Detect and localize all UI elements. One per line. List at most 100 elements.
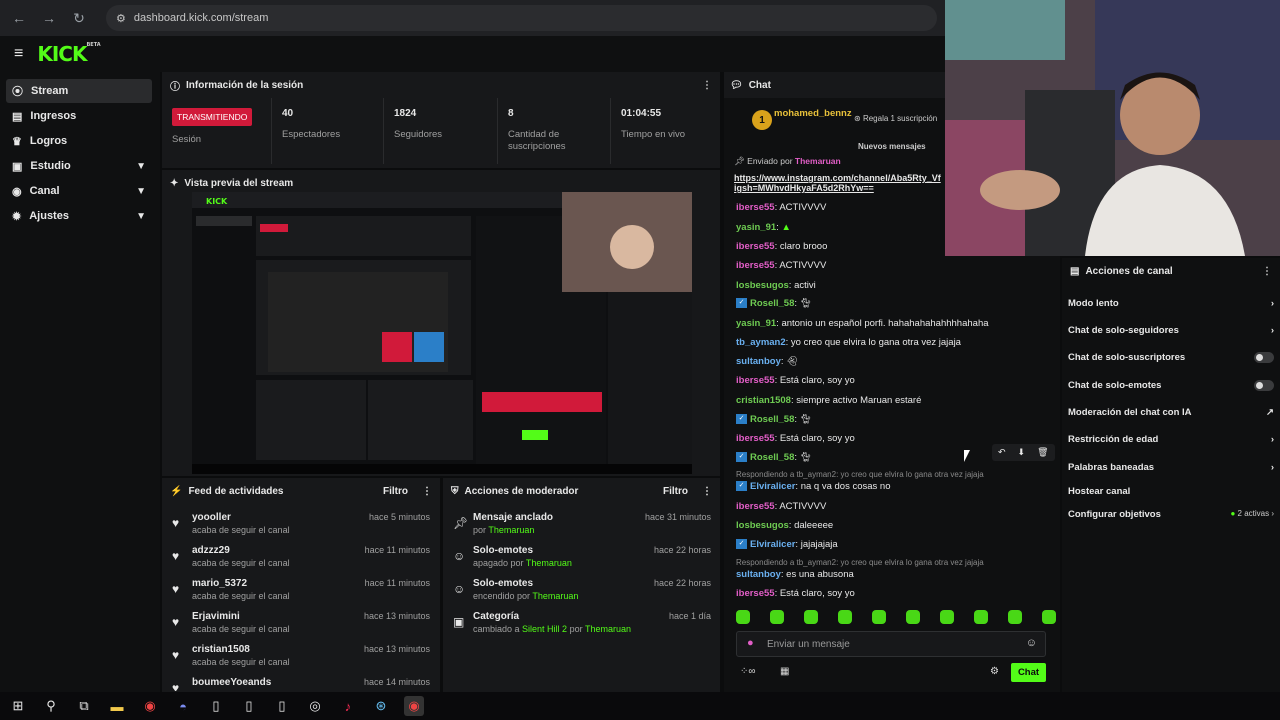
more-icon[interactable]: ⋮ [702,80,712,91]
forward-icon[interactable]: → [40,10,58,26]
delete-icon[interactable]: 🗑︎ [1037,447,1048,458]
action-age-restriction[interactable]: Restricción de edad › [1068,434,1274,448]
chat-message: iberse55: claro brooo [736,241,828,252]
gear-icon: ✹ [12,210,22,223]
channel-actions-header: ▤ Acciones de canal ⋮ [1062,258,1280,284]
file-icon[interactable]: ▯ [272,696,292,716]
chevron-right-icon: › [1270,325,1274,336]
emote-icon[interactable] [974,610,988,624]
emote-icon[interactable] [906,610,920,624]
pin-icon[interactable]: ⬇ [1018,447,1026,458]
activity-item: ♥ yoooller acaba de seguir el canal hace 5… [172,512,430,535]
emote-icon[interactable] [804,610,818,624]
emote-icon: 👻︎ [786,356,799,367]
windows-start-icon[interactable]: ⊞ [8,696,28,716]
mod-item: ▣ Categoría cambiado a Silent Hill 2 por… [453,611,711,634]
chat-message: ✓ Elviralicer: jajajajaja [736,539,838,550]
taskbar: ⊞ ⚲ ⧉ ▬ ◉ ◓ ▯ ▯ ▯ ◎ ♪ ⊛ ◉ [0,692,1280,720]
emote-icon[interactable] [872,610,886,624]
action-subs-only[interactable]: Chat de solo-suscriptores [1068,352,1274,366]
reply-icon[interactable]: ↶ [998,447,1006,458]
filter-button[interactable]: Filtro [383,486,408,497]
new-messages-indicator[interactable]: Nuevos mensajes [858,142,926,151]
browser-toolbar: ← → ↻ ⚙ dashboard.kick.com/stream [0,0,945,36]
preview-title: Vista previa del stream [184,177,294,189]
emote-icon[interactable] [736,610,750,624]
emote-icon[interactable] [1008,610,1022,624]
stat-live-time: 01:04:55 Tiempo en vivo [621,108,686,140]
more-icon[interactable]: ⋮ [422,486,432,497]
heart-icon: ♥ [172,582,180,596]
discord-icon[interactable]: ◓ [173,696,193,716]
points-icon[interactable]: ⁘∞ [740,666,756,677]
sidebar-item-estudio[interactable]: ▣ Estudio ▼ [6,154,152,178]
site-info-icon[interactable]: ⚙ [116,12,126,25]
tiktok-icon[interactable]: ♪ [338,696,358,716]
action-banned-words[interactable]: Palabras baneadas › [1068,462,1274,476]
sidebar-item-stream[interactable]: ⦿ Stream [6,79,152,103]
chevron-right-icon: › [1270,462,1274,473]
more-icon[interactable]: ⋮ [1262,266,1272,277]
store-icon[interactable]: ▦ [780,666,789,677]
emote-icon[interactable] [838,610,852,624]
webcam-feed [945,0,1280,256]
action-slow-mode[interactable]: Modo lento › [1068,298,1274,312]
sidebar-item-canal[interactable]: ◉ Canal ▼ [6,179,152,203]
top-gifter-name[interactable]: mohamed_bennz [774,108,852,119]
file-icon[interactable]: ▯ [206,696,226,716]
user-badge-icon: ● [747,637,754,649]
svg-text:KICK: KICK [206,197,228,206]
mod-title: Acciones de moderador [464,485,579,497]
chrome-icon[interactable]: ◉ [404,696,424,716]
task-view-icon[interactable]: ⧉ [74,696,94,716]
stat-followers: 1824 Seguidores [384,98,498,164]
pinned-link[interactable]: https://www.instagram.com/channel/Aba5Rt… [734,173,946,183]
emote-icon[interactable] [1042,610,1056,624]
action-followers-only[interactable]: Chat de solo-seguidores › [1068,325,1274,339]
chat-message: tb_ayman2: yo creo que elvira lo gana ot… [736,337,961,348]
emoji-icon[interactable]: ☺ [1026,637,1037,649]
back-icon[interactable]: ← [10,10,28,26]
filter-button[interactable]: Filtro [663,486,688,497]
file-icon[interactable]: ▯ [239,696,259,716]
kick-logo[interactable]: KICKBETA [37,42,100,66]
money-icon: ▤ [12,110,23,123]
address-bar[interactable]: ⚙ dashboard.kick.com/stream [106,5,937,31]
action-goals[interactable]: Configurar objetivos ● 2 activas › [1068,509,1274,523]
toggle-switch[interactable] [1254,352,1274,363]
obs-icon[interactable]: ◎ [305,696,325,716]
search-icon[interactable]: ⚲ [41,696,61,716]
steam-icon[interactable]: ⊛ [371,696,391,716]
folder-icon[interactable]: ▬ [107,696,127,716]
message-actions: ↶ ⬇ 🗑︎ [992,444,1055,461]
action-host-channel[interactable]: Hostear canal [1068,486,1274,500]
more-icon[interactable]: ⋮ [702,486,712,497]
channel-actions-panel: ▤ Acciones de canal ⋮ Modo lento › Chat d… [1062,258,1280,692]
menu-icon[interactable]: ≡ [14,45,23,63]
stream-preview-video[interactable]: KICK [192,192,692,474]
mod-item: ☺ Solo-emotes apagado por Themaruan hace… [453,545,711,568]
sidebar-item-logros[interactable]: ♛ Logros [6,129,152,153]
chat-input[interactable]: ● Enviar un mensaje ☺ [736,631,1046,657]
activity-item: ♥ Erjavimini acaba de seguir el canal hace… [172,611,430,634]
activity-item: ♥ adzzz29 acaba de seguir el canal hace 11… [172,545,430,568]
reload-icon[interactable]: ↻ [70,10,88,27]
emote-icon[interactable] [940,610,954,624]
sidebar-item-ingresos[interactable]: ▤ Ingresos [6,104,152,128]
emote-icon[interactable] [770,610,784,624]
sidebar-item-ajustes[interactable]: ✹ Ajustes ▼ [6,204,152,228]
chat-settings-icon[interactable]: ⚙ [990,666,999,677]
pinned-link[interactable]: igsh=MWhvdHkyaFA5d2RhYw== [734,183,946,193]
info-icon: ⓘ [170,81,180,93]
toggle-switch[interactable] [1254,380,1274,391]
action-ai-moderation[interactable]: Moderación del chat con IA ↗ [1068,407,1274,421]
action-emotes-only[interactable]: Chat de solo-emotes [1068,380,1274,394]
send-chat-button[interactable]: Chat [1011,663,1046,682]
heart-icon: ♥ [172,615,180,629]
chat-message: losbesugos: activi [736,280,816,291]
chevron-down-icon: ▼ [136,185,146,197]
pinned-message[interactable]: 📌︎ Enviado por Themaruan https://www.ins… [734,156,946,202]
activity-feed-panel: ⚡ Feed de actividades Filtro ⋮ ♥ yooolle… [162,478,440,692]
chevron-down-icon: ▼ [136,160,146,172]
chrome-icon[interactable]: ◉ [140,696,160,716]
